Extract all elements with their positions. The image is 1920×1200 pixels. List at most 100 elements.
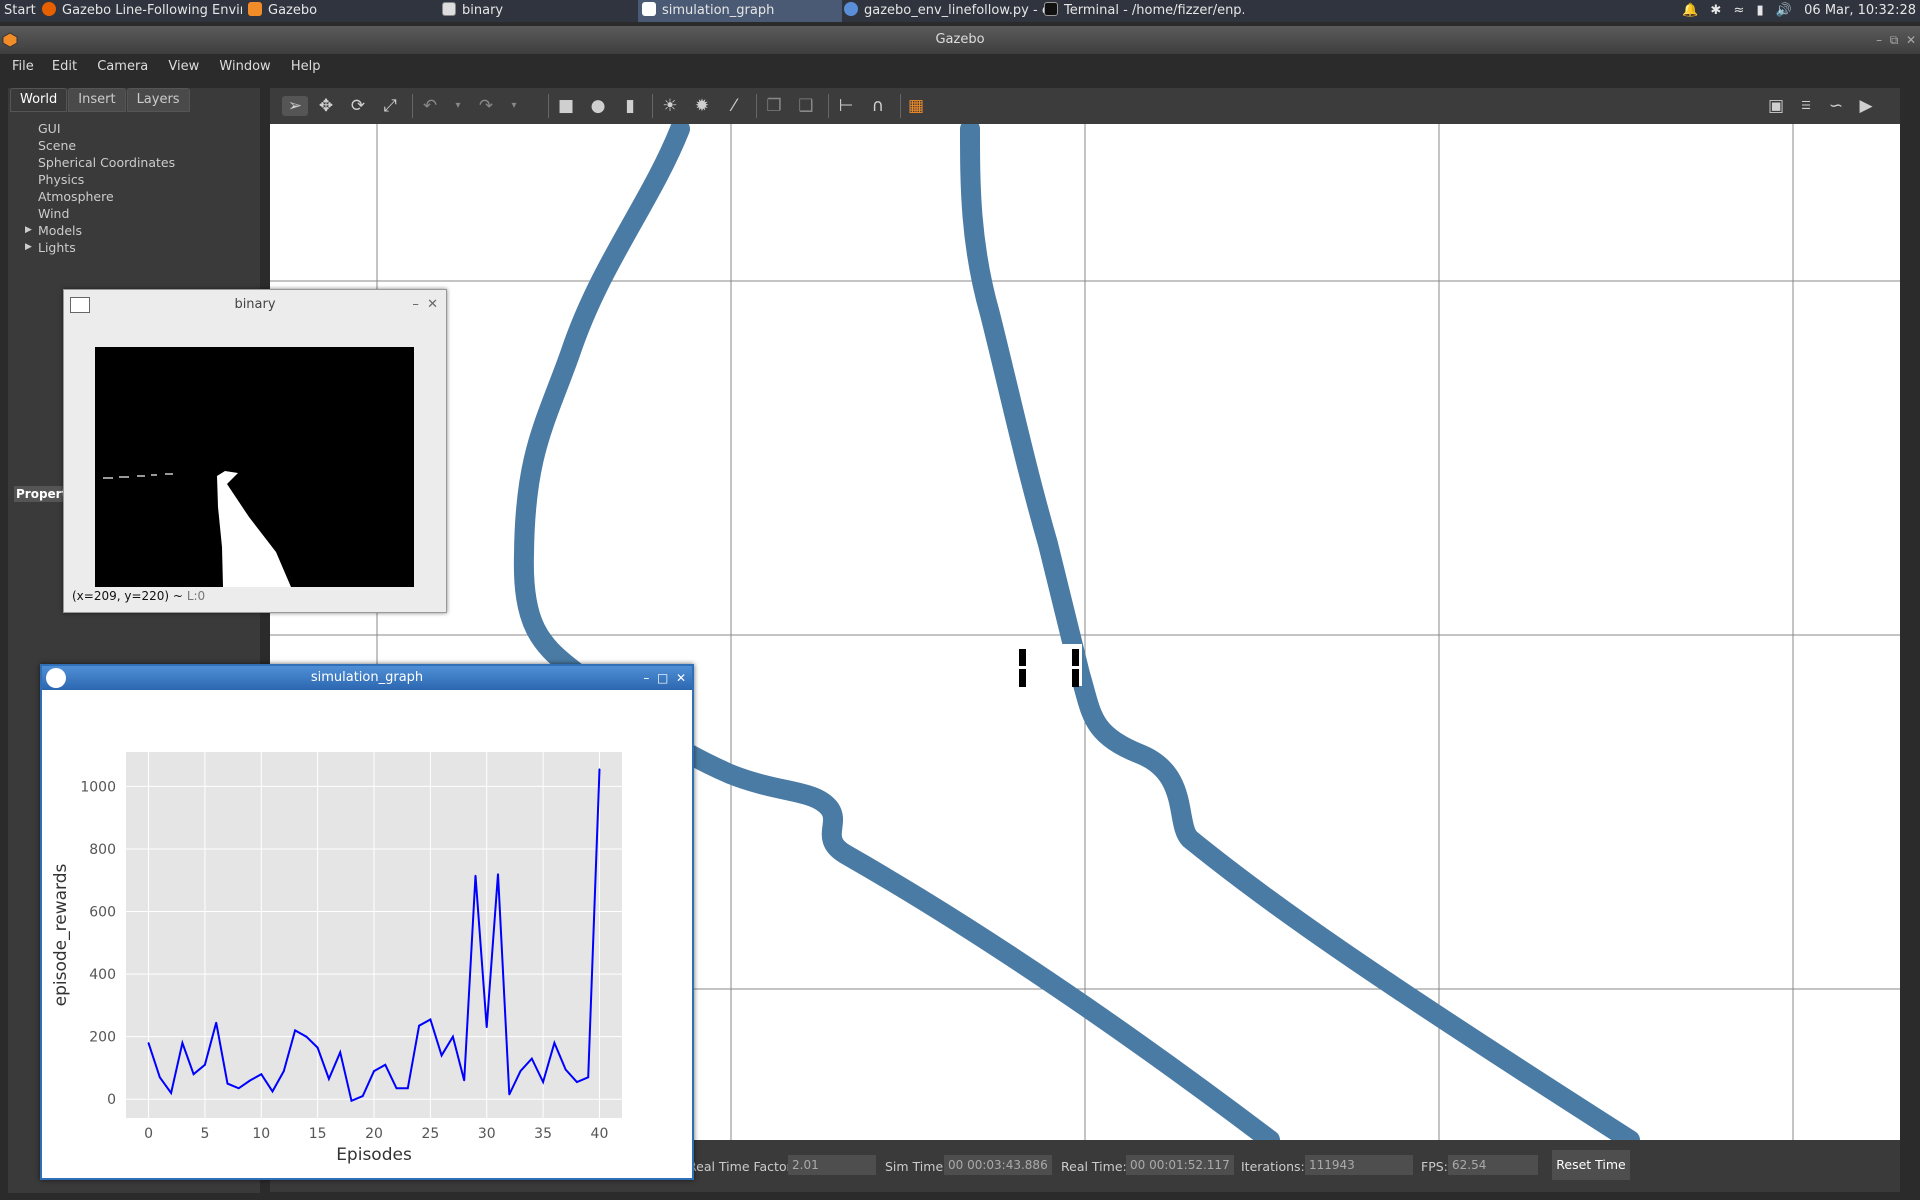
menu-edit[interactable]: Edit (52, 54, 77, 80)
tab-layers[interactable]: Layers (126, 88, 190, 112)
minimize-icon[interactable]: – (643, 671, 649, 685)
menu-help[interactable]: Help (291, 54, 321, 80)
binary-window[interactable]: binary – ✕ (x=209, y=220) ~ L:0 (63, 289, 447, 613)
task-binary[interactable]: binary (442, 0, 622, 22)
data-point (361, 1095, 364, 1097)
binary-line-blob (217, 471, 291, 587)
video-icon[interactable]: ▶ (1856, 96, 1876, 116)
tree-item-lights[interactable]: ▶ Lights (8, 239, 260, 256)
box-icon[interactable]: ■ (556, 96, 576, 116)
data-point (418, 1024, 420, 1027)
close-icon[interactable]: ✕ (1906, 33, 1916, 47)
graph-window-titlebar[interactable]: simulation_graph – □ ✕ (42, 666, 692, 690)
x-tick-label: 15 (309, 1126, 327, 1142)
binary-image[interactable] (95, 347, 414, 587)
y-tick-label: 1000 (80, 779, 116, 795)
menu-view[interactable]: View (168, 54, 199, 80)
snap-icon[interactable]: ∩ (868, 96, 888, 116)
volume-icon[interactable]: 🔊 (1776, 0, 1792, 22)
x-axis-label: Episodes (336, 1145, 412, 1165)
task-simulation-graph[interactable]: simulation_graph (638, 0, 842, 22)
task-gazebo[interactable]: Gazebo (248, 0, 428, 22)
tree-item-models[interactable]: ▶ Models (8, 222, 260, 239)
data-point (283, 1070, 285, 1072)
tree-item-gui[interactable]: GUI (8, 120, 260, 137)
task-label: Gazebo (268, 3, 318, 18)
expand-arrow-icon[interactable]: ▶ (25, 222, 32, 239)
rotate-icon[interactable]: ⟳ (348, 96, 368, 116)
bluetooth-icon[interactable]: ✱ (1710, 0, 1721, 22)
battery-icon[interactable]: ▮ (1757, 0, 1764, 22)
expand-arrow-icon[interactable]: ▶ (25, 239, 32, 256)
menu-camera[interactable]: Camera (97, 54, 148, 80)
data-point (384, 1064, 387, 1066)
simulation-graph-window[interactable]: simulation_graph – □ ✕ 0 5 10 15 20 25 30 35 40 0… (40, 664, 694, 1180)
data-point (576, 1081, 578, 1083)
tree-item-scene[interactable]: Scene (8, 137, 260, 154)
tree-item-physics[interactable]: Physics (8, 171, 260, 188)
menu-file[interactable]: File (12, 54, 34, 80)
redo-icon[interactable]: ↷ (476, 96, 496, 116)
x-tick-label: 40 (591, 1126, 609, 1142)
reset-time-button[interactable]: Reset Time (1552, 1150, 1630, 1180)
plot-icon[interactable]: ∽ (1826, 96, 1846, 116)
close-icon[interactable]: ✕ (427, 297, 438, 312)
y-tick-label: 200 (89, 1030, 116, 1046)
translate-icon[interactable]: ✥ (316, 96, 336, 116)
task-terminal[interactable]: Terminal - /home/fizzer/enp... (1044, 0, 1244, 22)
tab-world[interactable]: World (10, 88, 68, 112)
real-time-factor-value: 2.01 (788, 1155, 876, 1175)
tree-item-atmosphere[interactable]: Atmosphere (8, 188, 260, 205)
close-icon[interactable]: ✕ (676, 671, 686, 685)
start-button[interactable]: Start (4, 3, 36, 18)
data-point (339, 1051, 341, 1054)
pixel-value: L:0 (186, 589, 206, 603)
chevron-down-icon[interactable]: ▾ (448, 96, 468, 116)
cylinder-icon[interactable]: ▮ (620, 96, 640, 116)
y-tick-label: 800 (89, 842, 116, 858)
robot-model[interactable] (1019, 644, 1082, 687)
point-light-icon[interactable]: ☀ (660, 96, 680, 116)
screenshot-icon[interactable]: ▣ (1766, 96, 1786, 116)
gazebo-app-icon (2, 32, 18, 48)
cursor-coordinates: (x=209, y=220) ~ (72, 589, 183, 603)
menu-window[interactable]: Window (219, 54, 270, 80)
paste-icon[interactable]: ❑ (796, 96, 816, 116)
data-point (508, 1093, 511, 1096)
scale-icon[interactable]: ⤢ (380, 96, 400, 116)
spot-light-icon[interactable]: ✹ (692, 96, 712, 116)
task-gazebo-browser[interactable]: Gazebo Line-Following Envir... (42, 0, 242, 22)
robot-wheel (1072, 669, 1079, 687)
data-point (519, 1070, 522, 1072)
chevron-down-icon[interactable]: ▾ (504, 96, 524, 116)
data-point (553, 1042, 556, 1044)
align-icon[interactable]: ⊢ (836, 96, 856, 116)
tree-item-wind[interactable]: Wind (8, 205, 260, 222)
task-editor[interactable]: gazebo_env_linefollow.py - e... (844, 0, 1044, 22)
tab-insert[interactable]: Insert (68, 88, 126, 112)
data-point (587, 1076, 589, 1079)
select-arrow-icon[interactable]: ➢ (282, 96, 308, 116)
data-point (440, 1054, 443, 1057)
matplotlib-icon (46, 668, 66, 688)
notification-bell-icon[interactable]: 🔔 (1682, 0, 1698, 22)
maximize-icon[interactable]: □ (657, 671, 668, 685)
minimize-icon[interactable]: – (1876, 33, 1882, 47)
view-angle-icon[interactable]: ▦ (906, 96, 926, 116)
restore-icon[interactable]: ⧉ (1890, 33, 1899, 47)
graph-window-title: simulation_graph (310, 670, 424, 685)
data-point (531, 1057, 533, 1060)
clock[interactable]: 06 Mar, 10:32:28 (1804, 0, 1916, 22)
log-icon[interactable]: ☰ (1796, 96, 1816, 116)
wifi-icon[interactable]: ≈ (1733, 0, 1744, 22)
minimize-icon[interactable]: – (412, 297, 419, 312)
binary-window-title: binary (234, 297, 276, 312)
undo-icon[interactable]: ↶ (420, 96, 440, 116)
menu-bar: File Edit Camera View Window Help (0, 54, 1920, 80)
sphere-icon[interactable]: ● (588, 96, 608, 116)
toolbar: ➢ ✥ ⟳ ⤢ ↶ ▾ ↷ ▾ ■ ● ▮ ☀ ✹ ⁄ ❐ ❑ ⊢ ∩ ▦ ▣ … (270, 88, 1900, 124)
directional-light-icon[interactable]: ⁄ (724, 96, 744, 116)
tree-item-spherical-coordinates[interactable]: Spherical Coordinates (8, 154, 260, 171)
copy-icon[interactable]: ❐ (764, 96, 784, 116)
binary-window-titlebar[interactable]: binary – ✕ (64, 290, 446, 320)
